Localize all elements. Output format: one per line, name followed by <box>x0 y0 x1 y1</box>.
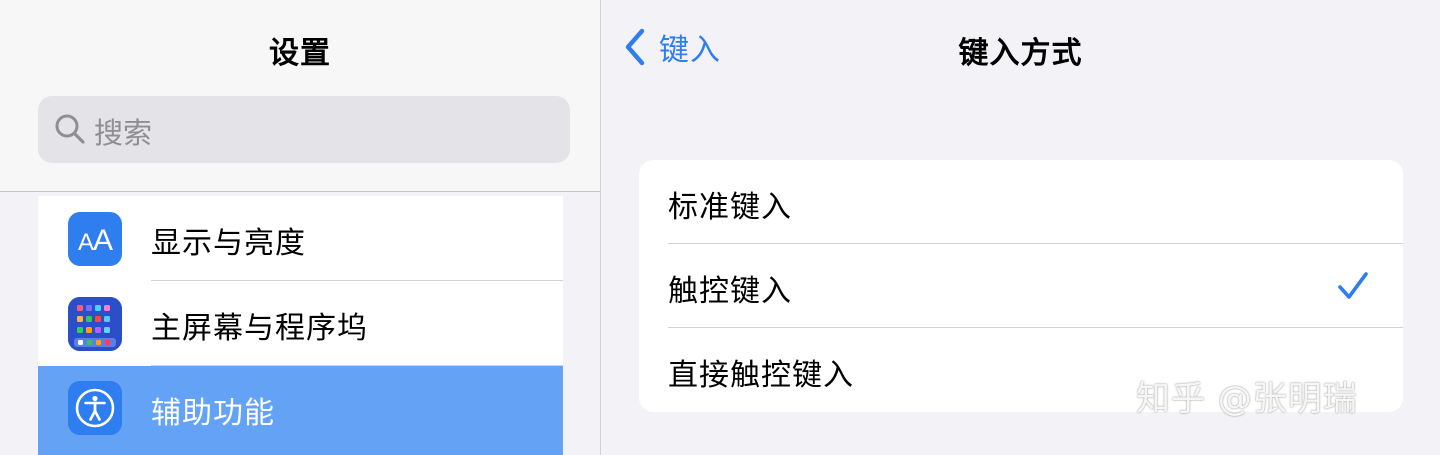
accessibility-icon <box>68 381 122 435</box>
sidebar-item-home-screen-dock[interactable]: 主屏幕与程序坞 <box>38 281 563 366</box>
option-label: 直接触控键入 <box>668 358 854 393</box>
page-title: 键入方式 <box>958 36 1083 71</box>
sidebar-item-display-brightness[interactable]: AA 显示与亮度 <box>38 196 563 281</box>
sidebar-item-label: 辅助功能 <box>151 396 275 431</box>
sidebar-item-label: 主屏幕与程序坞 <box>151 311 368 346</box>
option-touch-typing[interactable]: 触控键入 <box>639 244 1403 328</box>
checkmark-icon <box>1338 272 1368 299</box>
settings-app: 设置 搜索 AA 显示与亮度 主屏幕与程序坞 辅助功能 键入 键入方式 标准键入… <box>0 0 1440 455</box>
settings-list: AA 显示与亮度 主屏幕与程序坞 辅助功能 <box>38 196 563 455</box>
option-label: 触控键入 <box>668 274 792 309</box>
watermark: 知乎 @张明瑞 <box>1136 379 1358 419</box>
search-input[interactable]: 搜索 <box>38 96 570 163</box>
search-icon <box>55 114 85 144</box>
sidebar-header: 设置 搜索 <box>0 0 600 192</box>
sidebar: 设置 搜索 AA 显示与亮度 主屏幕与程序坞 辅助功能 <box>0 0 600 455</box>
option-standard-typing[interactable]: 标准键入 <box>639 160 1403 244</box>
search-placeholder: 搜索 <box>94 116 153 150</box>
home-screen-dock-icon <box>68 297 122 351</box>
display-brightness-icon: AA <box>68 212 122 266</box>
sidebar-item-label: 显示与亮度 <box>151 226 306 261</box>
sidebar-item-accessibility[interactable]: 辅助功能 <box>38 366 563 455</box>
option-label: 标准键入 <box>668 190 792 225</box>
sidebar-title: 设置 <box>269 36 331 71</box>
